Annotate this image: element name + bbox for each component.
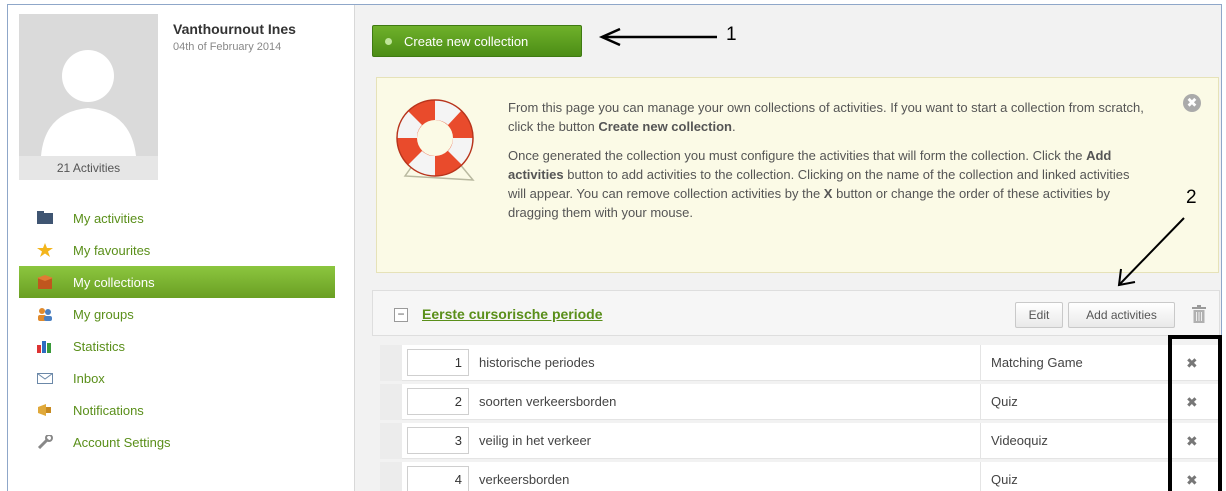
arrow-2 xyxy=(1118,217,1185,286)
annotation-arrows xyxy=(598,27,1185,287)
annotation-highlight-box xyxy=(1168,335,1222,491)
annotation-label-2: 2 xyxy=(1186,187,1197,208)
annotation-label-1: 1 xyxy=(726,24,737,45)
